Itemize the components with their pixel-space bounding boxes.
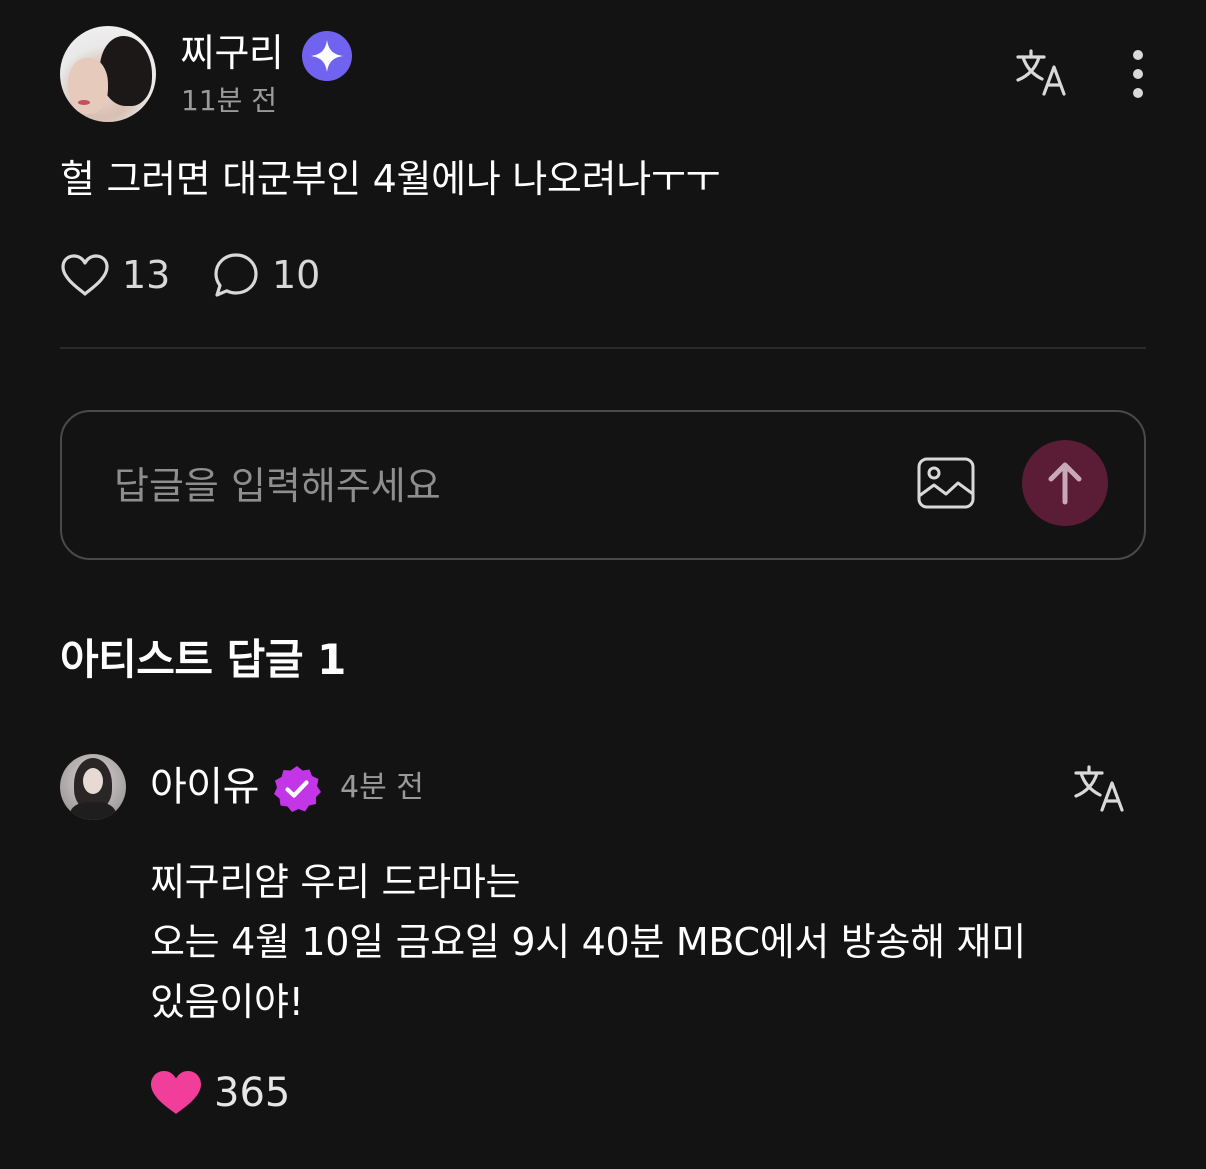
artist-replies-title: 아티스트 답글 1 <box>60 635 346 684</box>
heart-icon <box>151 1071 201 1114</box>
reply-text-line: 있음이야! <box>150 980 304 1024</box>
reply-like-button[interactable]: 365 <box>150 1068 290 1118</box>
post-author-name[interactable]: 찌구리 <box>180 30 284 76</box>
post-text: 헐 그러면 대군부인 4월에나 나오려나ㅜㅜ <box>60 157 721 201</box>
reply-composer <box>60 410 1146 560</box>
comment-bubble-icon <box>214 253 258 297</box>
artist-name[interactable]: 아이유 <box>150 762 259 812</box>
more-vertical-icon[interactable] <box>1122 46 1154 102</box>
post-author-avatar[interactable] <box>60 26 156 122</box>
reply-text-line: 오는 4월 10일 금요일 9시 40분 MBC에서 방송해 재미 <box>150 920 1026 964</box>
post-timestamp: 11분 전 <box>181 84 278 117</box>
send-button[interactable] <box>1022 440 1108 526</box>
sparkle-badge-icon <box>302 31 352 81</box>
divider <box>60 347 1146 349</box>
reply-input[interactable] <box>112 456 896 516</box>
reply-text: 찌구리얌 우리 드라마는 오는 4월 10일 금요일 9시 40분 MBC에서 … <box>150 852 1150 1032</box>
image-icon[interactable] <box>916 456 976 512</box>
reply-text-line: 찌구리얌 우리 드라마는 <box>150 860 521 904</box>
reply-like-count: 365 <box>214 1070 291 1116</box>
heart-icon <box>61 254 109 296</box>
arrow-up-icon <box>1048 462 1082 505</box>
reply-timestamp: 4분 전 <box>340 770 424 805</box>
post-like-button[interactable]: 13 <box>60 250 170 300</box>
artist-avatar[interactable] <box>60 754 126 820</box>
post-like-count: 13 <box>122 253 171 297</box>
translate-icon[interactable] <box>1014 48 1070 98</box>
post-comment-count: 10 <box>272 253 321 297</box>
post-comment-button[interactable]: 10 <box>212 250 320 300</box>
reply-thread-page: 찌구리 11분 전 헐 그러면 대군부인 4월에나 나오려나ㅜㅜ 13 10 답… <box>0 0 1206 1169</box>
verified-check-icon <box>272 764 322 814</box>
translate-icon[interactable] <box>1072 764 1128 814</box>
